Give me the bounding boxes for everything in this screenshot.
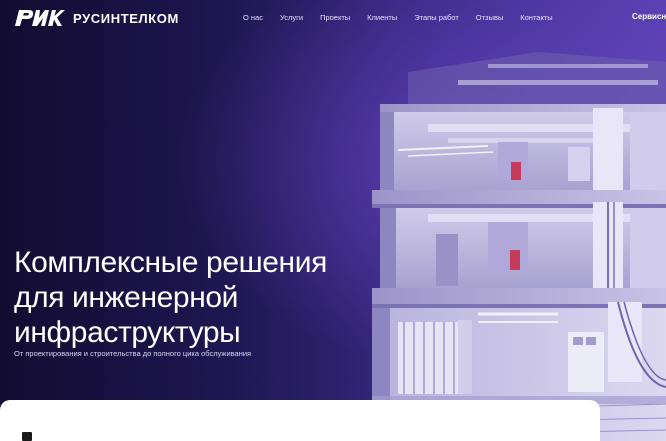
logo[interactable]: РУСИНТЕЛКОМ <box>13 8 179 28</box>
nav-item-clients[interactable]: Клиенты <box>367 13 397 22</box>
card-heading-glyph <box>22 432 32 441</box>
nav-item-contacts[interactable]: Контакты <box>520 13 552 22</box>
headline-line: инфраструктуры <box>14 316 241 349</box>
headline-line: для инженерной <box>14 281 239 314</box>
nav-item-about[interactable]: О нас <box>243 13 263 22</box>
headline-line: Комплексные решения <box>14 246 327 279</box>
hero-section: РУСИНТЕЛКОМ О нас Услуги Проекты Клиенты… <box>0 0 666 441</box>
nav-item-reviews[interactable]: Отзывы <box>476 13 503 22</box>
content-card <box>0 400 600 441</box>
hero-subheading: От проектирования и строительства до пол… <box>14 349 252 358</box>
hero-headline: Комплексные решения для инженерной инфра… <box>14 245 344 350</box>
nav-item-services[interactable]: Услуги <box>280 13 303 22</box>
nav-item-projects[interactable]: Проекты <box>320 13 350 22</box>
logo-mark-icon <box>15 10 65 26</box>
building-cutaway-illustration <box>372 52 666 441</box>
site-header: РУСИНТЕЛКОМ О нас Услуги Проекты Клиенты… <box>0 0 666 38</box>
logo-text: РУСИНТЕЛКОМ <box>73 10 179 26</box>
service-link[interactable]: Сервисн <box>632 12 666 21</box>
main-nav: О нас Услуги Проекты Клиенты Этапы работ… <box>243 13 553 22</box>
nav-item-work-stages[interactable]: Этапы работ <box>414 13 459 22</box>
